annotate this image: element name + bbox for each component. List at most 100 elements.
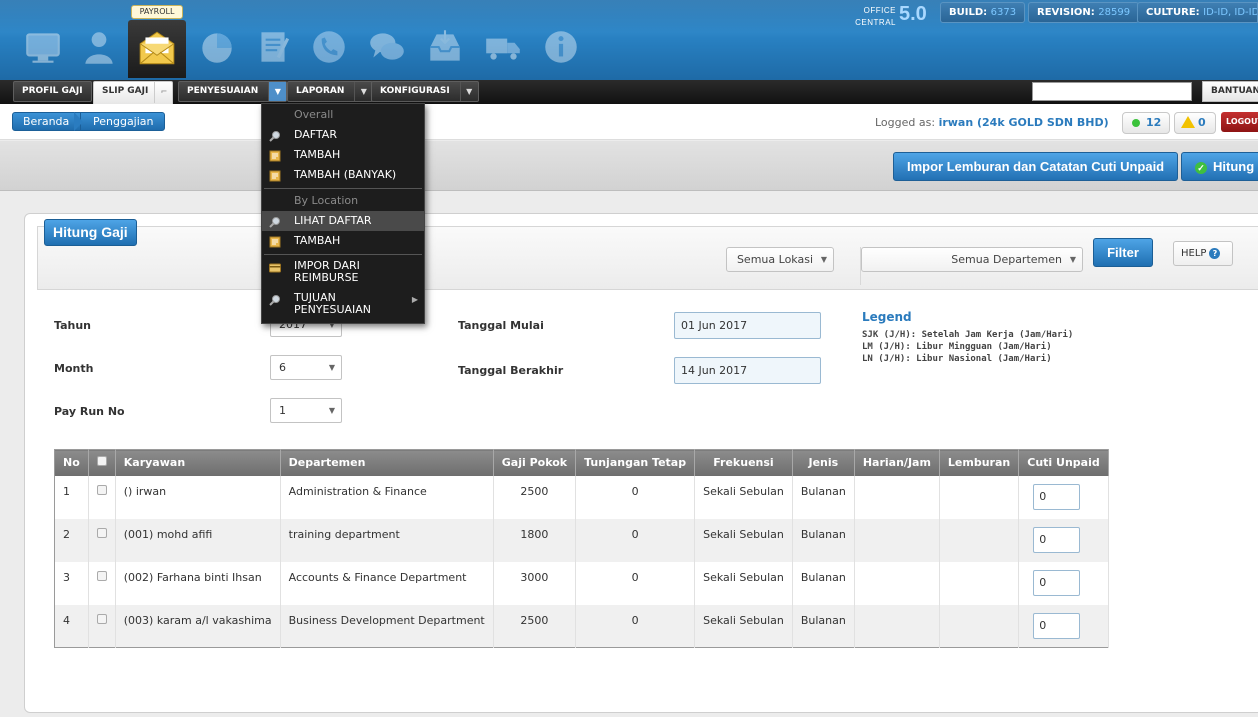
dropdown-item-tambah-location[interactable]: TAMBAH	[262, 231, 424, 251]
online-count: 12	[1146, 116, 1162, 129]
notepad-icon[interactable]	[248, 22, 298, 72]
row-checkbox[interactable]	[96, 484, 107, 495]
col-cuti-unpaid[interactable]: Cuti Unpaid	[1018, 449, 1109, 476]
tanggal-berakhir-input[interactable]: 14 Jun 2017	[674, 357, 821, 384]
desktop-icon[interactable]	[18, 22, 68, 72]
table-row[interactable]: 2 (001) mohd afifi training department 1…	[54, 518, 1109, 562]
col-departemen[interactable]: Departemen	[280, 449, 494, 476]
month-value: 6	[279, 361, 286, 374]
breadcrumb-separator	[74, 112, 83, 131]
logged-user[interactable]: irwan (24k GOLD SDN BHD)	[939, 116, 1109, 129]
month-select[interactable]: 6 ▼	[270, 355, 342, 380]
dropdown-item-tambah-banyak[interactable]: TAMBAH (BANYAK)	[262, 165, 424, 185]
payrun-select[interactable]: 1 ▼	[270, 398, 342, 423]
phone-icon[interactable]	[304, 22, 354, 72]
cell-select[interactable]	[88, 475, 116, 519]
import-overtime-button[interactable]: Impor Lemburan dan Catatan Cuti Unpaid	[893, 152, 1179, 181]
truck-icon[interactable]	[478, 22, 528, 72]
cuti-unpaid-input[interactable]: 0	[1033, 526, 1081, 553]
col-jenis[interactable]: Jenis	[792, 449, 855, 476]
info-icon[interactable]	[536, 22, 586, 72]
tanggal-mulai-input[interactable]: 01 Jun 2017	[674, 312, 821, 339]
cell-karyawan: (003) karam a/l vakashima	[115, 604, 281, 648]
build-label: BUILD:	[949, 7, 988, 18]
cuti-unpaid-input[interactable]: 0	[1033, 612, 1081, 639]
revision-label: REVISION:	[1037, 7, 1095, 18]
cell-tunjangan: 0	[575, 518, 696, 562]
global-search-input[interactable]	[1032, 82, 1192, 101]
table-header-row: No Karyawan Departemen Gaji Pokok Tunjan…	[54, 449, 1109, 476]
dropdown-separator	[264, 254, 422, 255]
alert-status[interactable]: 0	[1174, 112, 1216, 134]
cuti-unpaid-input[interactable]: 0	[1033, 483, 1081, 510]
col-gaji-pokok[interactable]: Gaji Pokok	[493, 449, 577, 476]
chevron-down-icon: ▼	[328, 363, 335, 372]
row-checkbox[interactable]	[96, 613, 107, 624]
col-no[interactable]: No	[54, 449, 89, 476]
location-select-value: Semua Lokasi	[736, 253, 813, 266]
breadcrumb-current[interactable]: Penggajian	[80, 112, 165, 131]
table-row[interactable]: 3 (002) Farhana binti Ihsan Accounts & F…	[54, 561, 1109, 605]
cell-cuti: 0	[1018, 475, 1109, 519]
col-select-all[interactable]	[88, 449, 116, 476]
col-tunjangan-tetap[interactable]: Tunjangan Tetap	[575, 449, 696, 476]
pie-chart-icon[interactable]	[192, 22, 242, 72]
cell-select[interactable]	[88, 604, 116, 648]
menu-penyesuaian[interactable]: PENYESUAIAN ▼	[178, 81, 288, 102]
document-add-icon	[269, 169, 281, 182]
online-status[interactable]: 12	[1122, 112, 1170, 134]
table-row[interactable]: 4 (003) karam a/l vakashima Business Dev…	[54, 604, 1109, 648]
cell-gaji-pokok: 2500	[493, 475, 577, 519]
row-checkbox[interactable]	[96, 570, 107, 581]
location-select[interactable]: Semua Lokasi ▼	[726, 247, 834, 272]
chevron-down-icon[interactable]: ▼	[268, 82, 287, 101]
chat-icon[interactable]	[362, 22, 412, 72]
legend-title: Legend	[862, 310, 912, 324]
filter-button[interactable]: Filter	[1093, 238, 1153, 267]
dropdown-item-lihat-daftar[interactable]: LIHAT DAFTAR	[262, 211, 424, 231]
hitung-button[interactable]: ✓ Hitung	[1181, 152, 1258, 181]
hitung-label: Hitung	[1213, 159, 1255, 174]
col-harian-jam[interactable]: Harian/Jam	[854, 449, 940, 476]
menu-profil-gaji[interactable]: PROFIL GAJI	[13, 81, 92, 102]
cell-karyawan: (001) mohd afifi	[115, 518, 281, 562]
action-bar: Impor Lemburan dan Catatan Cuti Unpaid ✓…	[0, 141, 1258, 191]
cell-select[interactable]	[88, 561, 116, 605]
menu-laporan[interactable]: LAPORAN ▼	[287, 81, 374, 102]
dropdown-item-impor-reimburse[interactable]: IMPOR DARI REIMBURSE	[262, 258, 424, 286]
col-frekuensi[interactable]: Frekuensi	[694, 449, 793, 476]
cell-harian	[854, 475, 940, 519]
dropdown-item-daftar[interactable]: DAFTAR	[262, 125, 424, 145]
menu-konfigurasi-label: KONFIGURASI	[380, 86, 450, 96]
col-karyawan[interactable]: Karyawan	[115, 449, 281, 476]
envelope-icon[interactable]	[128, 20, 186, 78]
cell-no: 1	[54, 475, 89, 519]
cell-jenis: Bulanan	[792, 561, 855, 605]
user-icon[interactable]	[74, 22, 124, 72]
logo-line-1: OFFICE	[863, 6, 896, 15]
logout-button[interactable]: LOGOUT	[1221, 112, 1258, 132]
row-checkbox[interactable]	[96, 527, 107, 538]
help-button[interactable]: HELP?	[1173, 241, 1233, 266]
col-lemburan[interactable]: Lemburan	[939, 449, 1020, 476]
select-all-checkbox[interactable]	[96, 456, 107, 467]
cell-cuti: 0	[1018, 518, 1109, 562]
menu-slip-gaji[interactable]: SLIP GAJI ⌐	[93, 81, 174, 105]
menu-konfigurasi[interactable]: KONFIGURASI ▼	[371, 81, 479, 102]
breadcrumb-bar: Beranda Penggajian Logged as: irwan (24k…	[0, 104, 1258, 140]
chevron-down-icon[interactable]: ▼	[354, 82, 372, 101]
table-row[interactable]: 1 () irwan Administration & Finance 2500…	[54, 475, 1109, 519]
cuti-unpaid-input[interactable]: 0	[1033, 569, 1081, 596]
department-select[interactable]: Semua Departemen ▼	[861, 247, 1083, 272]
chevron-down-icon[interactable]: ⌐	[154, 82, 172, 103]
cell-select[interactable]	[88, 518, 116, 562]
chevron-down-icon[interactable]: ▼	[459, 82, 478, 101]
inbox-icon[interactable]	[420, 22, 470, 72]
culture-value: ID-ID, ID-ID	[1203, 7, 1258, 18]
bantuan-button[interactable]: BANTUAN	[1202, 81, 1258, 102]
dropdown-item-tambah[interactable]: TAMBAH	[262, 145, 424, 165]
magnifier-icon	[269, 129, 281, 142]
cell-frekuensi: Sekali Sebulan	[694, 475, 793, 519]
cell-harian	[854, 561, 940, 605]
dropdown-item-tujuan-penyesuaian[interactable]: TUJUAN PENYESUAIAN ▶	[262, 290, 424, 320]
